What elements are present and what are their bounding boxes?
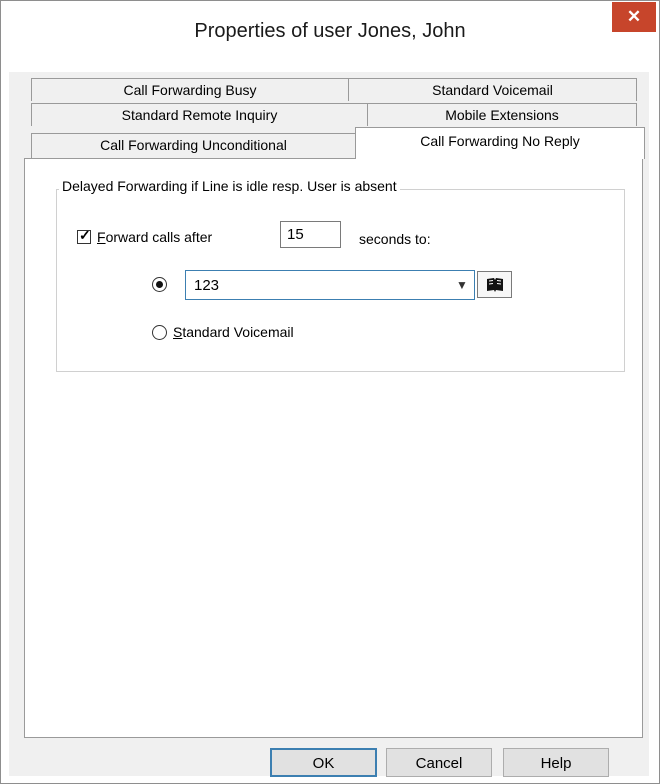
tab-call-forwarding-no-reply[interactable]: Call Forwarding No Reply (355, 127, 645, 159)
standard-voicemail-radio[interactable] (152, 325, 167, 340)
radio-selected-dot (156, 281, 163, 288)
title-bar: Properties of user Jones, John ✕ (1, 1, 659, 73)
destination-number-combobox[interactable]: 123 ▼ (185, 270, 475, 300)
phonebook-button[interactable] (477, 271, 512, 298)
forward-calls-label-text: orward calls after (105, 229, 213, 245)
tab-mobile-extensions[interactable]: Mobile Extensions (367, 103, 637, 126)
chevron-down-icon[interactable]: ▼ (456, 278, 468, 292)
group-legend: Delayed Forwarding if Line is idle resp.… (59, 178, 400, 194)
destination-number-value: 123 (194, 277, 220, 294)
help-button[interactable]: Help (503, 748, 609, 777)
forward-calls-accel: F (97, 229, 106, 245)
close-button[interactable]: ✕ (612, 2, 656, 32)
tab-call-forwarding-unconditional[interactable]: Call Forwarding Unconditional (31, 133, 356, 158)
book-icon (487, 278, 503, 292)
tab-standard-voicemail[interactable]: Standard Voicemail (348, 78, 637, 101)
cancel-button[interactable]: Cancel (386, 748, 492, 777)
tab-panel: Delayed Forwarding if Line is idle resp.… (24, 158, 643, 738)
seconds-to-label: seconds to: (359, 231, 431, 247)
forward-calls-label[interactable]: Forward calls after (97, 229, 212, 245)
standard-voicemail-accel: S (173, 324, 183, 340)
standard-voicemail-label[interactable]: Standard Voicemail (173, 324, 294, 340)
tab-call-forwarding-busy[interactable]: Call Forwarding Busy (31, 78, 349, 101)
destination-number-radio[interactable] (152, 277, 167, 292)
forward-calls-checkbox[interactable]: ✓ (77, 227, 91, 244)
standard-voicemail-label-text: tandard Voicemail (182, 324, 294, 340)
seconds-input[interactable] (280, 221, 341, 248)
tab-standard-remote-inquiry[interactable]: Standard Remote Inquiry (31, 103, 368, 126)
dialog-title: Properties of user Jones, John (194, 20, 466, 42)
close-icon: ✕ (626, 7, 642, 26)
ok-button[interactable]: OK (270, 748, 377, 777)
checkmark-icon: ✓ (79, 227, 91, 243)
